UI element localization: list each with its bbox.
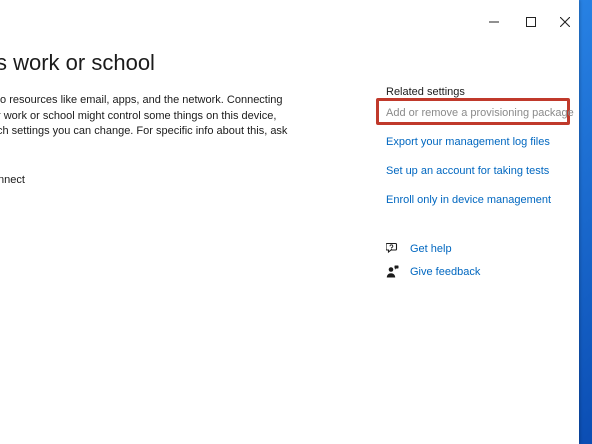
connect-button[interactable]: nnect [0,174,25,186]
maximize-icon [526,17,536,27]
description-line: r work or school might control some thin… [0,109,277,122]
provisioning-package-link[interactable]: Add or remove a provisioning package [386,107,574,119]
minimize-icon [489,21,499,23]
give-feedback-link[interactable]: Give feedback [386,265,480,278]
feedback-person-icon [386,265,399,278]
related-settings-heading: Related settings [386,86,465,98]
close-icon [560,17,570,27]
give-feedback-label: Give feedback [410,265,481,278]
enroll-device-management-link[interactable]: Enroll only in device management [386,194,551,206]
close-button[interactable] [554,11,576,33]
minimize-button[interactable] [483,11,505,33]
page-title: s work or school [0,50,155,75]
desktop-background [579,0,592,444]
help-chat-icon [386,242,399,255]
description-line: ch settings you can change. For specific… [0,125,288,137]
export-logs-link[interactable]: Export your management log files [386,136,550,148]
get-help-link[interactable]: Get help [386,242,452,255]
settings-window: s work or school to resources like email… [0,0,579,444]
page-description: to resources like email, apps, and the n… [0,93,290,140]
description-line: to resources like email, apps, and the n… [0,94,283,106]
get-help-label: Get help [410,242,452,255]
test-account-link[interactable]: Set up an account for taking tests [386,165,549,177]
maximize-button[interactable] [520,11,542,33]
